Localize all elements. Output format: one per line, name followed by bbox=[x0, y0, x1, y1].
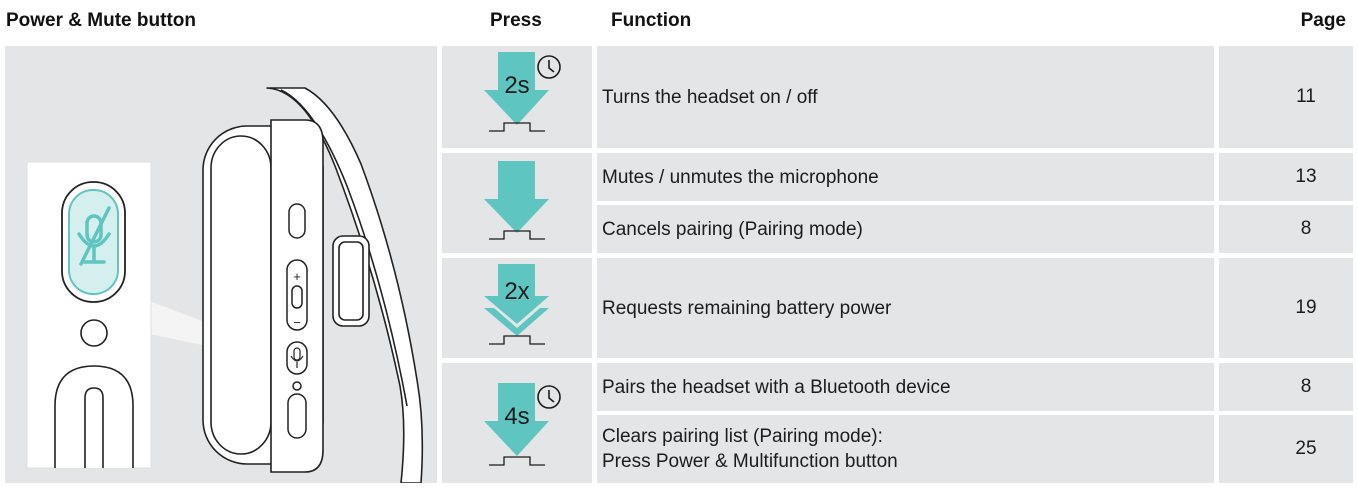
function-text: Requests remaining battery power bbox=[602, 297, 892, 319]
function-text-line: Press Power & Multifunction button bbox=[602, 451, 898, 472]
page-number: 8 bbox=[1300, 376, 1312, 397]
side-mute-button bbox=[286, 341, 308, 375]
page-ref-turns-headset-on-off: 11 bbox=[1219, 46, 1353, 148]
press-cell-row-1: 2s bbox=[442, 46, 592, 148]
function-text: Clears pairing list (Pairing mode): Pres… bbox=[602, 424, 898, 474]
page-number: 25 bbox=[1295, 438, 1317, 459]
page-ref-mutes-unmutes-microphone: 13 bbox=[1219, 153, 1353, 201]
press-cell-row-4: 4s bbox=[442, 363, 592, 483]
press-cell-row-3: 2x bbox=[442, 258, 592, 358]
side-power-mute-button-small bbox=[288, 203, 306, 239]
page-number: 19 bbox=[1295, 297, 1317, 318]
press-arrow-icon bbox=[484, 161, 549, 233]
page-ref-pairs-with-bluetooth: 8 bbox=[1219, 363, 1353, 411]
press-cell-row-2 bbox=[442, 153, 592, 253]
page-number: 11 bbox=[1296, 86, 1316, 107]
function-mutes-unmutes-microphone: Mutes / unmutes the microphone bbox=[597, 153, 1214, 201]
function-text: Turns the headset on / off bbox=[602, 86, 818, 108]
function-requests-battery-power: Requests remaining battery power bbox=[597, 258, 1214, 358]
function-pairs-with-bluetooth: Pairs the headset with a Bluetooth devic… bbox=[597, 363, 1214, 411]
zoomed-mute-button bbox=[61, 181, 126, 303]
page-number: 8 bbox=[1300, 218, 1312, 239]
button-surface-icon bbox=[489, 335, 545, 345]
side-multifunction-button bbox=[287, 393, 307, 439]
function-turns-headset-on-off: Turns the headset on / off bbox=[597, 46, 1214, 148]
function-text: Mutes / unmutes the microphone bbox=[602, 166, 879, 188]
svg-text:−: − bbox=[293, 315, 301, 330]
header-function: Function bbox=[611, 10, 692, 31]
headset-illustration: + − bbox=[5, 46, 437, 483]
press-count-label: 2x bbox=[504, 278, 529, 305]
button-surface-icon bbox=[489, 456, 545, 466]
function-cancels-pairing: Cancels pairing (Pairing mode) bbox=[597, 205, 1214, 253]
press-duration-label: 2s bbox=[504, 72, 529, 99]
clock-icon bbox=[537, 385, 561, 409]
zoomed-multifunction-button bbox=[54, 365, 134, 468]
header-page: Page bbox=[1300, 10, 1346, 31]
svg-text:+: + bbox=[293, 269, 301, 284]
press-duration-label: 4s bbox=[504, 403, 529, 430]
page-ref-requests-battery-power: 19 bbox=[1219, 258, 1353, 358]
function-text-line: Clears pairing list (Pairing mode): bbox=[602, 426, 883, 447]
function-text: Cancels pairing (Pairing mode) bbox=[602, 218, 863, 240]
function-clears-pairing-list: Clears pairing list (Pairing mode): Pres… bbox=[597, 415, 1214, 483]
header-power-mute-button: Power & Mute button bbox=[6, 10, 196, 31]
page-ref-clears-pairing-list: 25 bbox=[1219, 415, 1353, 483]
clock-icon bbox=[537, 55, 561, 79]
page-number: 13 bbox=[1295, 166, 1317, 187]
page-ref-cancels-pairing: 8 bbox=[1219, 205, 1353, 253]
zoomed-led bbox=[80, 319, 108, 347]
function-text: Pairs the headset with a Bluetooth devic… bbox=[602, 376, 951, 398]
hinge bbox=[332, 235, 370, 327]
header-press: Press bbox=[490, 10, 542, 31]
